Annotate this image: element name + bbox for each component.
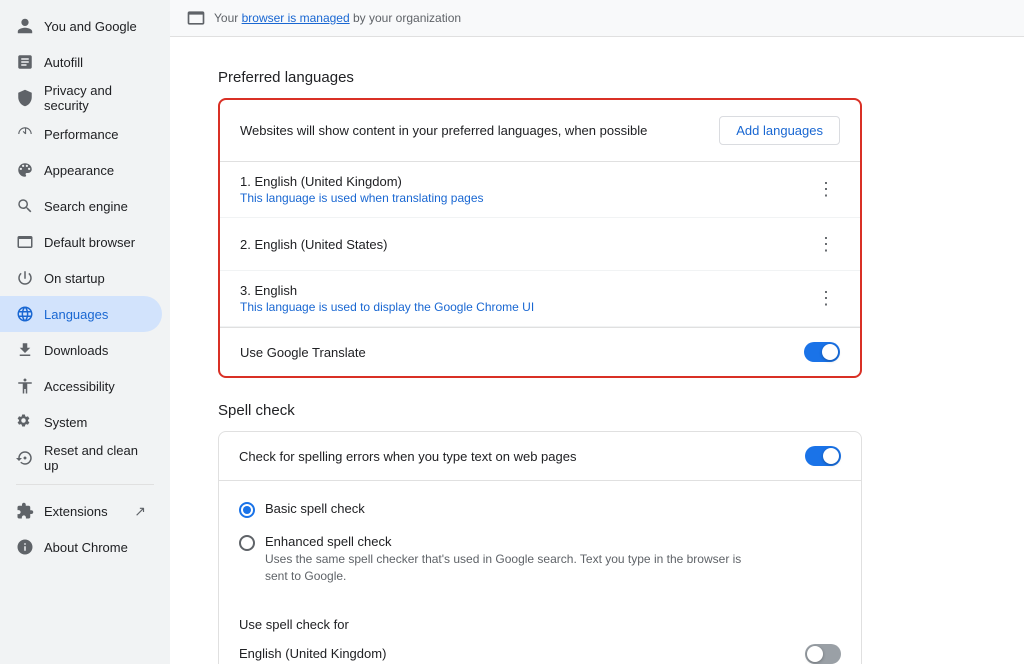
sidebar-item-on-startup[interactable]: On startup: [0, 260, 162, 296]
system-icon: [16, 413, 34, 431]
language-row-3: 3. English This language is used to disp…: [220, 271, 860, 327]
person-icon: [16, 17, 34, 35]
main-content: Your browser is managed by your organiza…: [170, 0, 1024, 664]
translate-label: Use Google Translate: [240, 345, 366, 360]
add-languages-button[interactable]: Add languages: [719, 116, 840, 145]
sidebar-item-appearance[interactable]: Appearance: [0, 152, 162, 188]
lang-menu-button-3[interactable]: ⋮: [812, 285, 840, 313]
startup-icon: [16, 269, 34, 287]
external-link-icon: ↗: [134, 503, 146, 520]
sidebar-item-reset[interactable]: Reset and clean up: [0, 440, 162, 476]
basic-option-text: Basic spell check: [265, 501, 365, 516]
browser-icon: [16, 233, 34, 251]
sidebar-label: Downloads: [44, 343, 108, 358]
enhanced-spell-check-option[interactable]: Enhanced spell check Uses the same spell…: [239, 526, 841, 593]
sidebar-item-default-browser[interactable]: Default browser: [0, 224, 162, 260]
divider: [16, 484, 154, 485]
sidebar-label: Accessibility: [44, 379, 115, 394]
use-spell-check-label: Use spell check for: [239, 609, 841, 636]
sidebar-item-languages[interactable]: Languages: [0, 296, 162, 332]
lang-note-3: This language is used to display the Goo…: [240, 300, 534, 314]
spell-check-toggle[interactable]: [805, 446, 841, 466]
enhanced-label: Enhanced spell check: [265, 534, 765, 549]
lang-name-3: 3. English: [240, 283, 534, 298]
extensions-icon: [16, 502, 34, 520]
preferred-languages-title: Preferred languages: [194, 69, 886, 86]
sidebar-label: Languages: [44, 307, 108, 322]
sidebar-label: Privacy and security: [44, 83, 146, 113]
basic-label: Basic spell check: [265, 501, 365, 516]
sidebar-label: Default browser: [44, 235, 135, 250]
sidebar-label: System: [44, 415, 87, 430]
lang-name-2: 2. English (United States): [240, 237, 387, 252]
sidebar-item-privacy[interactable]: Privacy and security: [0, 80, 162, 116]
download-icon: [16, 341, 34, 359]
lang-menu-button-2[interactable]: ⋮: [812, 230, 840, 258]
accessibility-icon: [16, 377, 34, 395]
reset-icon: [16, 449, 34, 467]
sidebar-item-about-chrome[interactable]: About Chrome: [0, 529, 162, 565]
sidebar-item-system[interactable]: System: [0, 404, 162, 440]
lang-menu-button-1[interactable]: ⋮: [812, 176, 840, 204]
sidebar-item-extensions[interactable]: Extensions ↗: [0, 493, 162, 529]
lang-header-text: Websites will show content in your prefe…: [240, 123, 647, 138]
enhanced-option-text: Enhanced spell check Uses the same spell…: [265, 534, 765, 585]
sidebar-label: Autofill: [44, 55, 83, 70]
sidebar-label: Search engine: [44, 199, 128, 214]
spell-check-title: Spell check: [194, 402, 886, 419]
sidebar-item-you-and-google[interactable]: You and Google: [0, 8, 162, 44]
managed-text: Your browser is managed by your organiza…: [214, 11, 461, 25]
sidebar-label: On startup: [44, 271, 105, 286]
spell-check-languages: Use spell check for English (United King…: [219, 605, 861, 664]
lang-name-1: 1. English (United Kingdom): [240, 174, 484, 189]
spell-check-toggle-row: Check for spelling errors when you type …: [219, 432, 861, 481]
translate-toggle-row: Use Google Translate: [220, 327, 860, 376]
lang-info-3: 3. English This language is used to disp…: [240, 283, 534, 314]
sidebar-label: About Chrome: [44, 540, 128, 555]
sidebar-label: Performance: [44, 127, 118, 142]
spell-check-options: Basic spell check Enhanced spell check U…: [219, 481, 861, 605]
managed-icon: [186, 8, 206, 28]
spell-check-lang-uk: English (United Kingdom): [239, 636, 841, 664]
language-row-1: 1. English (United Kingdom) This languag…: [220, 162, 860, 218]
translate-toggle[interactable]: [804, 342, 840, 362]
lang-uk-toggle[interactable]: [805, 644, 841, 664]
sidebar-item-autofill[interactable]: Autofill: [0, 44, 162, 80]
lock-icon: [16, 89, 34, 107]
sidebar-item-search-engine[interactable]: Search engine: [0, 188, 162, 224]
autofill-icon: [16, 53, 34, 71]
sidebar-item-accessibility[interactable]: Accessibility: [0, 368, 162, 404]
enhanced-desc: Uses the same spell checker that's used …: [265, 551, 765, 585]
lang-note-1: This language is used when translating p…: [240, 191, 484, 205]
sidebar-label: Extensions: [44, 504, 108, 519]
globe-icon: [16, 305, 34, 323]
performance-icon: [16, 125, 34, 143]
sidebar: You and Google Autofill Privacy and secu…: [0, 0, 170, 664]
basic-radio[interactable]: [239, 502, 255, 518]
basic-spell-check-option[interactable]: Basic spell check: [239, 493, 841, 526]
spell-check-toggle-label: Check for spelling errors when you type …: [239, 449, 576, 464]
sidebar-item-downloads[interactable]: Downloads: [0, 332, 162, 368]
lang-info-1: 1. English (United Kingdom) This languag…: [240, 174, 484, 205]
managed-banner: Your browser is managed by your organiza…: [170, 0, 1024, 37]
sidebar-label: Appearance: [44, 163, 114, 178]
managed-link[interactable]: browser is managed: [242, 11, 350, 25]
appearance-icon: [16, 161, 34, 179]
lang-uk-label: English (United Kingdom): [239, 646, 386, 661]
enhanced-radio[interactable]: [239, 535, 255, 551]
spell-check-card: Check for spelling errors when you type …: [218, 431, 862, 664]
about-icon: [16, 538, 34, 556]
lang-card-header: Websites will show content in your prefe…: [220, 100, 860, 162]
sidebar-item-performance[interactable]: Performance: [0, 116, 162, 152]
language-row-2: 2. English (United States) ⋮: [220, 218, 860, 271]
sidebar-label: Reset and clean up: [44, 443, 146, 473]
preferred-languages-card: Websites will show content in your prefe…: [218, 98, 862, 378]
lang-info-2: 2. English (United States): [240, 237, 387, 252]
search-icon: [16, 197, 34, 215]
sidebar-label: You and Google: [44, 19, 137, 34]
